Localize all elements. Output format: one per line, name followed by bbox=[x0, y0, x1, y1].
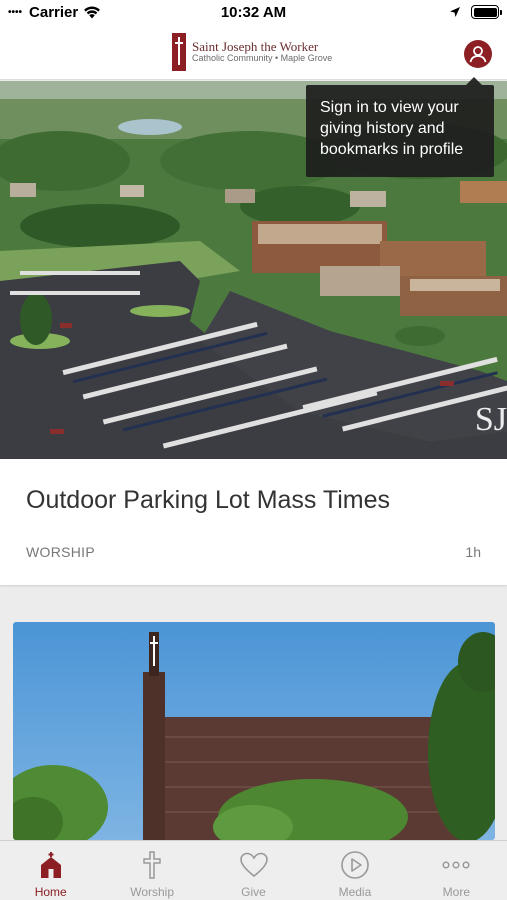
battery-icon bbox=[471, 5, 502, 19]
feed-card[interactable]: Outdoor Parking Lot Mass Times WORSHIP 1… bbox=[0, 459, 507, 585]
profile-button[interactable] bbox=[464, 40, 492, 68]
app-header: Saint Joseph the Worker Catholic Communi… bbox=[0, 28, 507, 80]
sign-in-tooltip[interactable]: Sign in to view your giving history and … bbox=[306, 77, 494, 177]
tab-label: Give bbox=[241, 885, 266, 899]
play-icon bbox=[339, 849, 371, 881]
tab-label: More bbox=[442, 885, 470, 899]
logo-line2: Catholic Community • Maple Grove bbox=[192, 53, 333, 64]
logo-cross-icon bbox=[172, 33, 186, 71]
card-title: Outdoor Parking Lot Mass Times bbox=[26, 486, 391, 514]
card-timestamp: 1h bbox=[465, 544, 481, 560]
tooltip-text: Sign in to view your giving history and … bbox=[320, 99, 464, 158]
watermark-logo: SJ bbox=[474, 401, 507, 438]
app-logo: Saint Joseph the Worker Catholic Communi… bbox=[172, 33, 332, 71]
cross-icon bbox=[136, 849, 168, 881]
person-icon bbox=[469, 46, 487, 63]
location-arrow-icon bbox=[450, 7, 460, 17]
status-time: 10:32 AM bbox=[220, 4, 287, 21]
card-category: WORSHIP bbox=[26, 544, 95, 560]
tab-media[interactable]: Media bbox=[304, 841, 405, 900]
logo-line1: Saint Joseph the Worker bbox=[192, 38, 319, 54]
heart-icon bbox=[238, 849, 270, 881]
tab-label: Home bbox=[34, 885, 67, 899]
tab-more[interactable]: More bbox=[406, 841, 507, 900]
bottom-tab-bar: Home Worship Give Media More bbox=[0, 840, 507, 900]
tab-give[interactable]: Give bbox=[203, 841, 304, 900]
logo-text: Saint Joseph the Worker Catholic Communi… bbox=[192, 38, 333, 64]
tab-label: Worship bbox=[130, 885, 174, 899]
church-icon bbox=[35, 849, 67, 881]
tab-home[interactable]: Home bbox=[0, 841, 101, 900]
tab-label: Media bbox=[338, 885, 372, 899]
app-screen: •••• Carrier 10:32 AM Saint Joseph the W… bbox=[0, 0, 507, 900]
more-icon bbox=[440, 849, 472, 881]
status-right bbox=[449, 5, 502, 19]
tooltip-arrow bbox=[466, 77, 482, 85]
tab-worship[interactable]: Worship bbox=[101, 841, 202, 900]
church-photo bbox=[13, 622, 495, 840]
feed-card-image[interactable] bbox=[13, 622, 495, 840]
status-bar: •••• Carrier 10:32 AM bbox=[0, 0, 507, 28]
